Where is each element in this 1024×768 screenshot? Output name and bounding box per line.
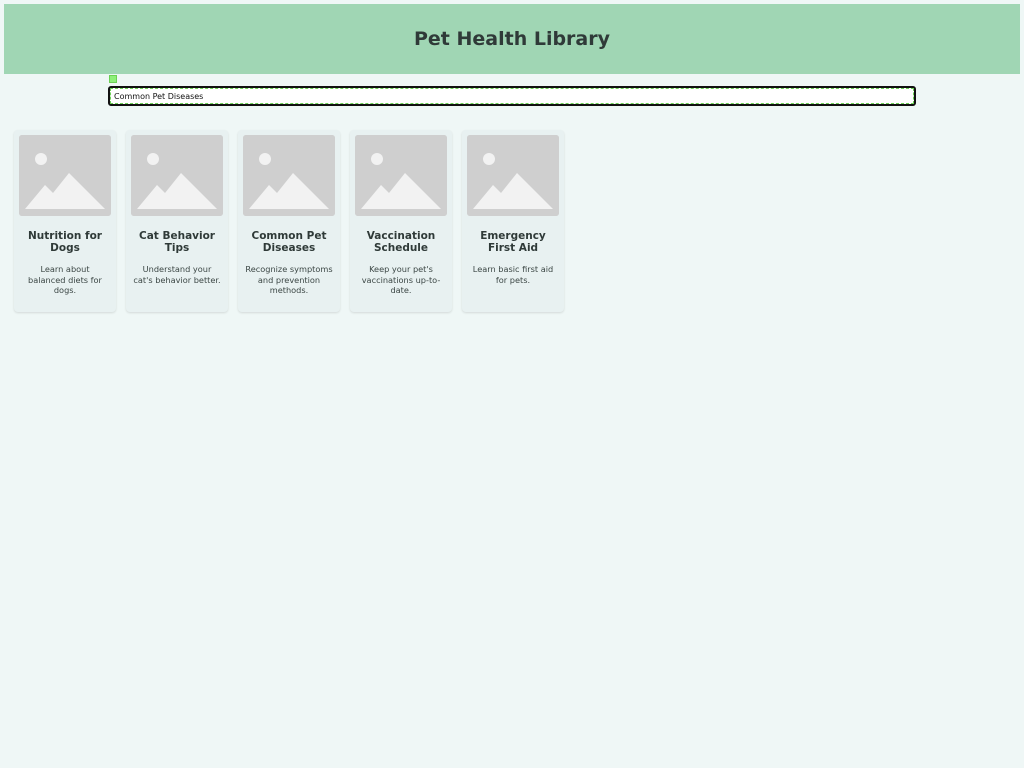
card-title: Emergency First Aid xyxy=(480,230,546,254)
search-input[interactable] xyxy=(108,86,916,106)
card-grid: Nutrition for Dogs Learn about balanced … xyxy=(14,130,564,312)
card-description: Recognize symptoms and prevention method… xyxy=(245,264,333,296)
card-description: Learn basic first aid for pets. xyxy=(472,264,554,285)
article-card-cat-behavior[interactable]: Cat Behavior Tips Understand your cat's … xyxy=(126,130,228,312)
image-placeholder-icon xyxy=(355,135,447,216)
article-card-vaccination[interactable]: Vaccination Schedule Keep your pet's vac… xyxy=(350,130,452,312)
article-card-diseases[interactable]: Common Pet Diseases Recognize symptoms a… xyxy=(238,130,340,312)
card-description: Keep your pet's vaccinations up-to-date. xyxy=(361,264,441,296)
card-title: Common Pet Diseases xyxy=(251,230,327,254)
article-card-first-aid[interactable]: Emergency First Aid Learn basic first ai… xyxy=(462,130,564,312)
page-title: Pet Health Library xyxy=(413,28,611,50)
focus-indicator xyxy=(109,75,117,83)
card-description: Learn about balanced diets for dogs. xyxy=(28,264,102,296)
image-placeholder-icon xyxy=(131,135,223,216)
card-description: Understand your cat's behavior better. xyxy=(133,264,221,285)
card-title: Nutrition for Dogs xyxy=(28,230,102,254)
page-header: Pet Health Library xyxy=(4,4,1020,74)
card-title: Cat Behavior Tips xyxy=(139,230,215,254)
card-title: Vaccination Schedule xyxy=(366,230,436,254)
image-placeholder-icon xyxy=(243,135,335,216)
image-placeholder-icon xyxy=(467,135,559,216)
article-card-nutrition[interactable]: Nutrition for Dogs Learn about balanced … xyxy=(14,130,116,312)
image-placeholder-icon xyxy=(19,135,111,216)
